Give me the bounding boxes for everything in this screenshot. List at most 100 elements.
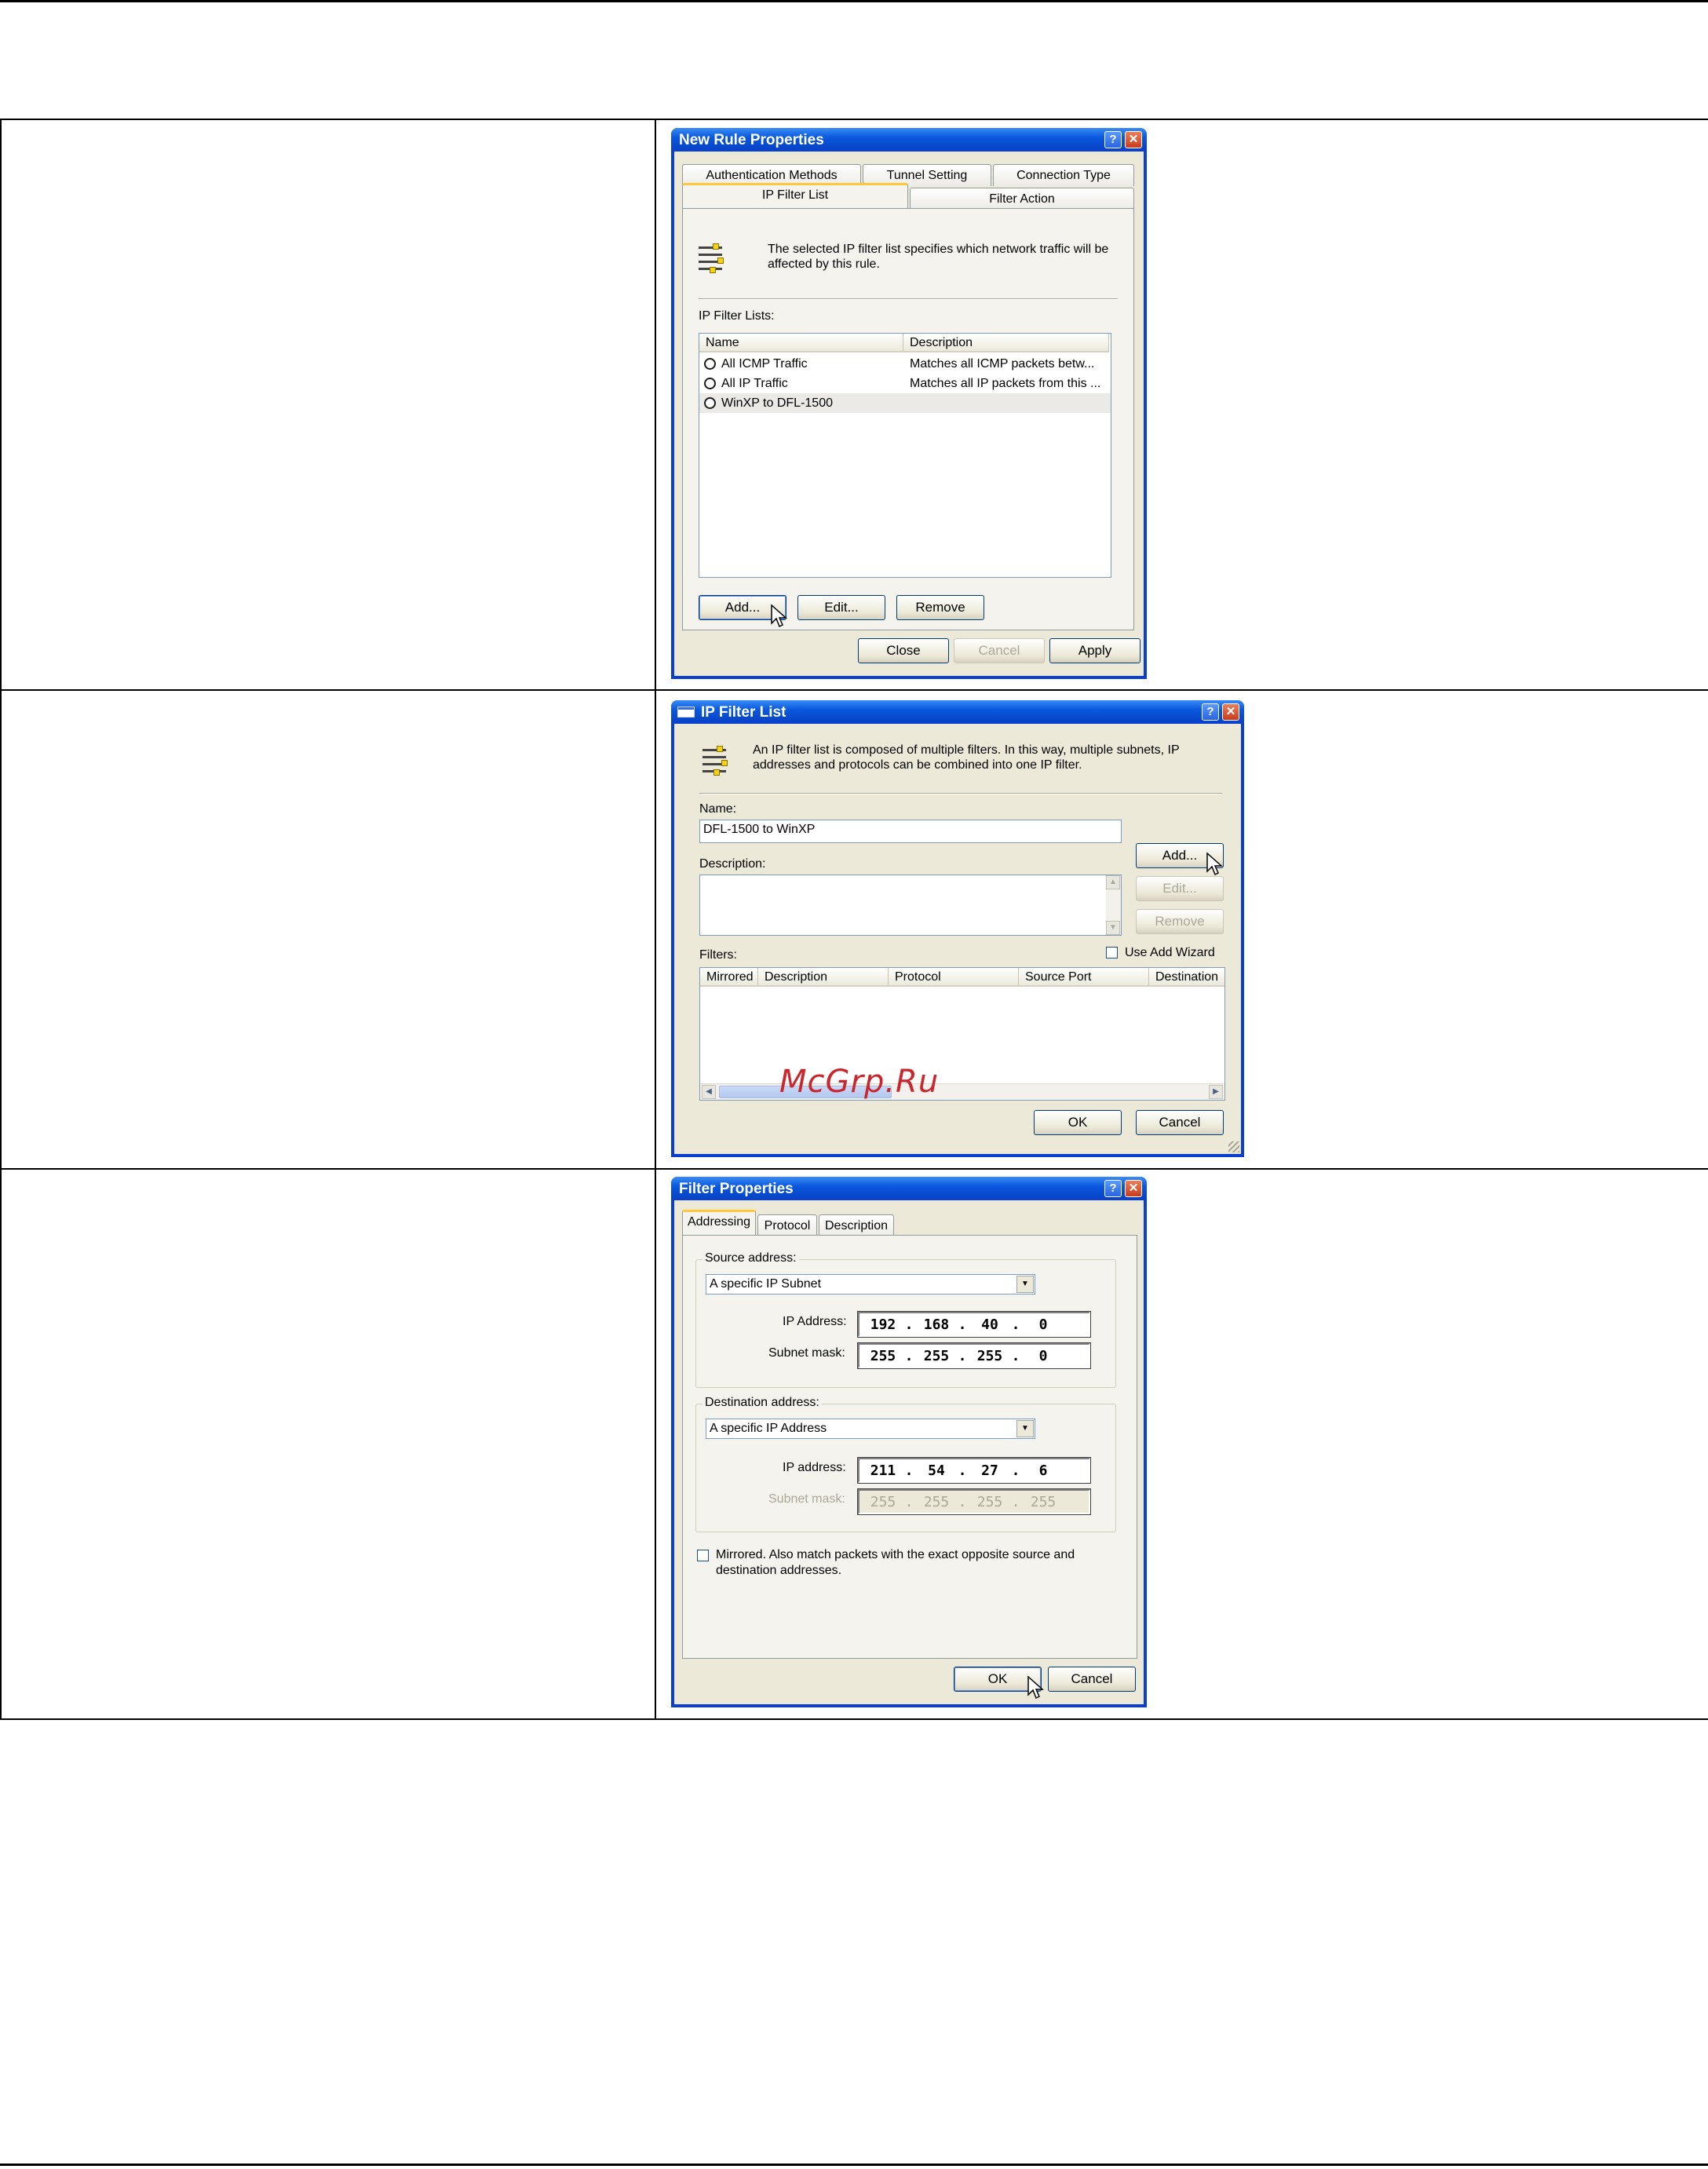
info-text-content: The selected IP filter list specifies wh… [768,243,1109,271]
dot: . [1011,1348,1020,1364]
octet: 255 [870,1494,896,1510]
close-button[interactable]: Close [858,638,949,663]
dialog-title: Filter Properties [679,1181,794,1197]
tab-label: Addressing [687,1215,751,1229]
mouse-cursor-icon [1206,853,1223,876]
octet[interactable]: 6 [1023,1462,1064,1479]
dot: . [904,1316,914,1333]
help-button[interactable]: ? [1104,1180,1122,1197]
radio-button[interactable] [704,358,716,370]
source-address-group: Source address: A specific IP Subnet ▼ I… [695,1251,1116,1388]
title-bar: IP Filter List ? ✕ [671,700,1244,724]
tab-protocol[interactable]: Protocol [757,1214,817,1236]
octet[interactable]: 192 [863,1316,903,1333]
octet[interactable]: 211 [863,1462,903,1479]
info-text: An IP filter list is composed of multipl… [753,743,1224,772]
mirrored-label-line2: destination addresses. [716,1564,842,1577]
column-header-destination[interactable]: Destination [1149,968,1224,987]
list-item[interactable]: All IP Traffic Matches all IP packets fr… [699,374,1111,393]
radio-button[interactable] [704,397,716,409]
octet[interactable]: 40 [969,1316,1010,1333]
column-header-description[interactable]: Description [758,968,889,987]
destination-ip-field[interactable]: 211. 54. 27. 6 [857,1457,1091,1484]
octet[interactable]: 255 [969,1348,1010,1364]
filter-properties-dialog: Filter Properties ? ✕ Addressing Protoco… [671,1177,1147,1707]
column-header-mirrored[interactable]: Mirrored [700,968,758,987]
scroll-right-icon[interactable]: ▶ [1209,1085,1223,1099]
tab-label: Filter Action [989,192,1055,206]
column-header-name[interactable]: Name [699,334,903,352]
dot: . [904,1462,914,1479]
close-window-button[interactable]: ✕ [1125,1180,1142,1197]
use-add-wizard-label: Use Add Wizard [1125,946,1215,959]
filters-list[interactable]: Mirrored Description Protocol Source Por… [699,967,1225,1101]
description-field[interactable] [699,875,1122,936]
close-window-button[interactable]: ✕ [1125,131,1142,148]
ip-filter-lists-label: IP Filter Lists: [699,309,775,323]
column-header-source-port[interactable]: Source Port [1019,968,1149,987]
separator [699,298,1118,300]
octet[interactable]: 168 [916,1316,957,1333]
name-field[interactable]: DFL-1500 to WinXP [699,820,1122,843]
ip-filter-lists[interactable]: Name Description All ICMP Traffic Matche… [699,333,1111,578]
use-add-wizard-checkbox[interactable] [1106,947,1118,959]
octet[interactable]: 0 [1023,1316,1064,1333]
tab-label: IP Filter List [761,188,829,202]
tab-label: Connection Type [1016,169,1111,182]
close-window-button[interactable]: ✕ [1222,703,1239,721]
item-description: Matches all IP packets from this ... [910,377,1101,390]
left-cell-3 [0,1168,656,1720]
source-ip-field[interactable]: 192. 168. 40. 0 [857,1311,1091,1338]
tab-label: Description [824,1219,889,1232]
destination-address-label: Destination address: [703,1396,822,1410]
chevron-down-icon[interactable]: ▼ [1016,1276,1034,1293]
new-rule-properties-dialog: New Rule Properties ? ✕ Authentication M… [671,128,1147,679]
octet[interactable]: 27 [969,1462,1010,1479]
source-address-label: Source address: [703,1251,799,1265]
cancel-button[interactable]: Cancel [1048,1667,1136,1692]
scroll-down-icon[interactable]: ▼ [1106,921,1120,935]
tab-connection-type[interactable]: Connection Type [993,164,1134,186]
mouse-cursor-icon [771,604,787,628]
cancel-button[interactable]: Cancel [954,638,1045,663]
apply-button[interactable]: Apply [1049,638,1140,663]
octet[interactable]: 255 [863,1348,903,1364]
column-header-description[interactable]: Description [903,334,1109,352]
item-name: All ICMP Traffic [721,357,808,371]
tab-addressing[interactable]: Addressing [682,1210,756,1235]
tab-description[interactable]: Description [819,1214,894,1236]
dialog-title: New Rule Properties [679,132,824,148]
description-scrollbar[interactable]: ▲ ▼ [1106,875,1121,935]
scroll-up-icon[interactable]: ▲ [1106,875,1120,889]
resize-grip-icon[interactable] [1228,1141,1239,1152]
tab-ip-filter-list[interactable]: IP Filter List [682,183,908,208]
octet[interactable]: 54 [916,1462,957,1479]
selected-value: A specific IP Subnet [710,1277,822,1291]
tab-label: Authentication Methods [706,169,838,182]
list-item[interactable]: WinXP to DFL-1500 [699,393,1111,413]
source-mask-field[interactable]: 255. 255. 255. 0 [857,1342,1091,1369]
tab-filter-action[interactable]: Filter Action [910,188,1134,210]
remove-button[interactable]: Remove [1136,909,1224,934]
octet: 255 [1030,1494,1057,1510]
octet[interactable]: 0 [1023,1348,1064,1364]
list-item[interactable]: All ICMP Traffic Matches all ICMP packet… [699,354,1111,374]
radio-button[interactable] [704,378,716,389]
ok-button[interactable]: OK [1034,1110,1122,1135]
column-header-protocol[interactable]: Protocol [889,968,1019,987]
cancel-button[interactable]: Cancel [1136,1110,1224,1135]
edit-button[interactable]: Edit... [1136,876,1224,901]
source-address-type-select[interactable]: A specific IP Subnet ▼ [706,1274,1035,1294]
remove-button[interactable]: Remove [896,595,984,620]
bottom-rule [0,2164,1708,2166]
help-button[interactable]: ? [1104,131,1122,148]
destination-address-type-select[interactable]: A specific IP Address ▼ [706,1419,1035,1439]
description-label: Description: [699,857,766,871]
mirrored-checkbox[interactable] [697,1550,709,1561]
help-button[interactable]: ? [1202,703,1219,721]
ip-filter-list-dialog: IP Filter List ? ✕ An IP filter list is … [671,700,1244,1157]
octet[interactable]: 255 [916,1348,957,1364]
chevron-down-icon[interactable]: ▼ [1016,1420,1034,1437]
edit-button[interactable]: Edit... [797,595,885,620]
scroll-left-icon[interactable]: ◀ [702,1085,716,1099]
